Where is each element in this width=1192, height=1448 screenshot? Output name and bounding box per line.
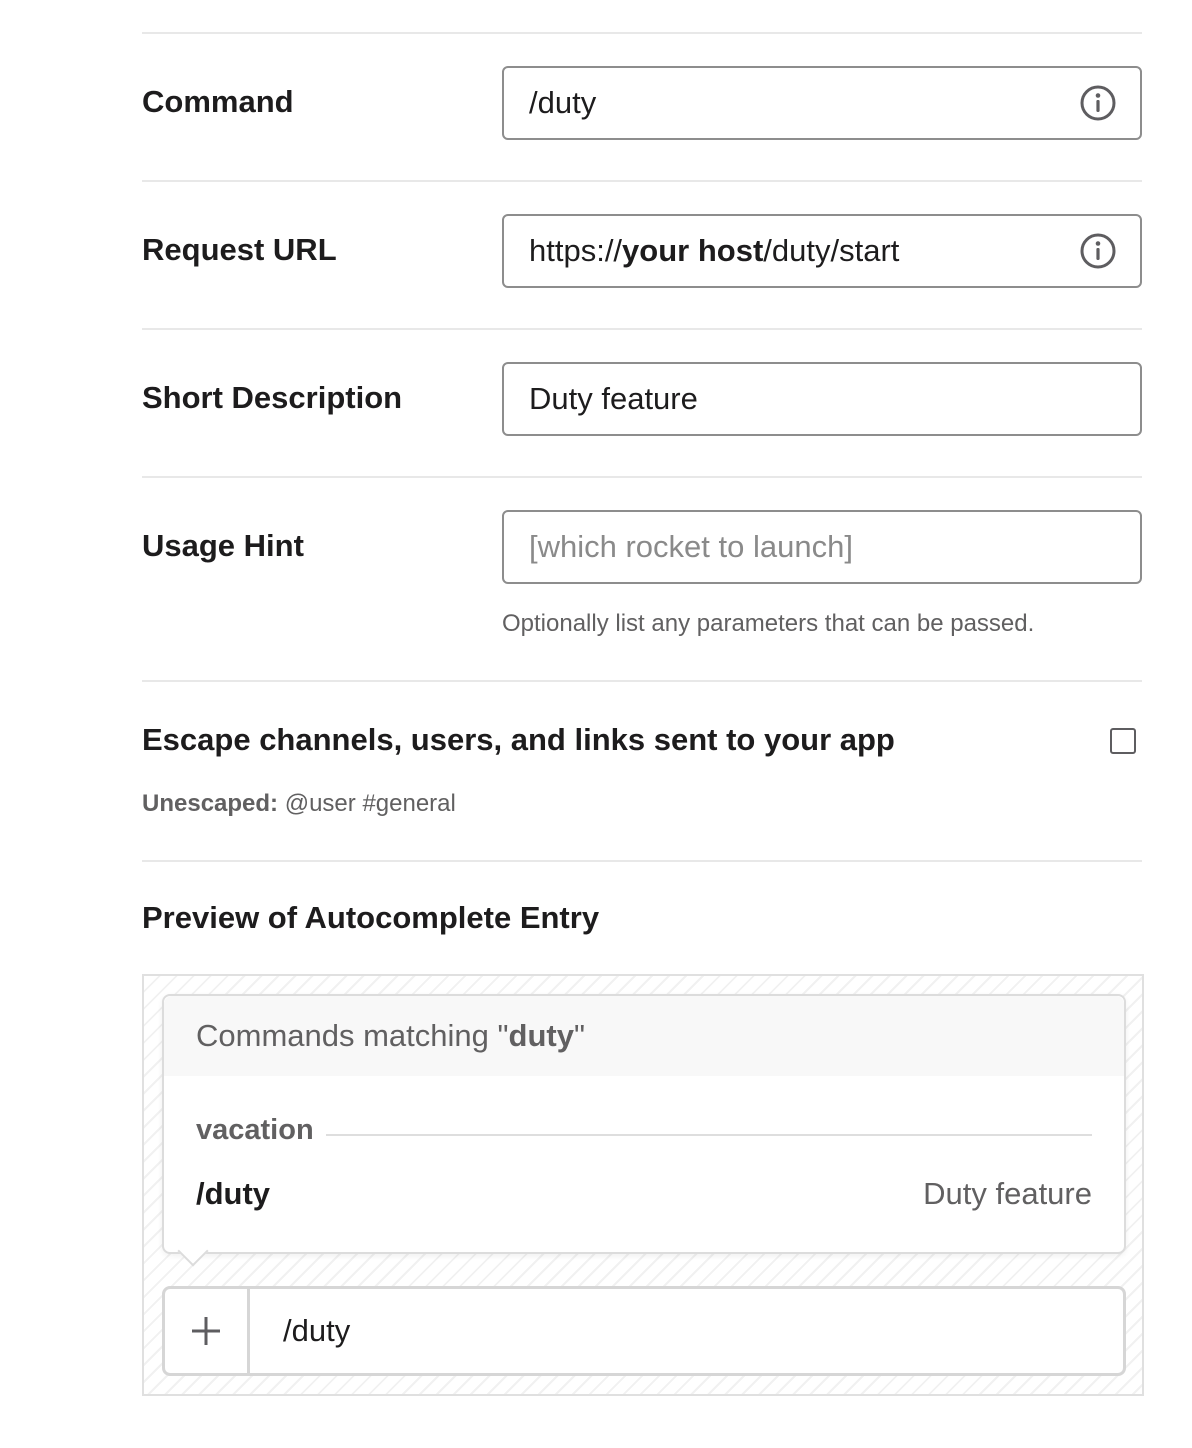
header-prefix: Commands matching " (196, 1018, 509, 1053)
request-url-value: https://your host/duty/start (529, 216, 899, 286)
divider (142, 476, 1142, 478)
autocomplete-popup: Commands matching "duty" vacation /duty … (162, 994, 1126, 1254)
attach-button[interactable] (165, 1289, 250, 1373)
plus-icon (192, 1317, 220, 1345)
divider (142, 680, 1142, 682)
unescaped-value: @user #general (284, 790, 456, 817)
composer-input[interactable]: /duty (283, 1289, 350, 1373)
popup-header: Commands matching "duty" (164, 996, 1124, 1076)
usage-hint-label: Usage Hint (142, 528, 304, 563)
autocomplete-preview: Commands matching "duty" vacation /duty … (142, 974, 1144, 1396)
short-description-label: Short Description (142, 380, 403, 415)
short-description-value: Duty feature (529, 381, 698, 416)
header-query: duty (508, 1018, 574, 1053)
usage-hint-placeholder: [which rocket to launch] (529, 529, 853, 564)
short-description-input[interactable]: Duty feature (502, 362, 1142, 436)
command-label: Command (142, 84, 294, 119)
command-value: /duty (529, 85, 597, 120)
autocomplete-command[interactable]: /duty (196, 1176, 270, 1212)
group-divider (326, 1134, 1092, 1136)
usage-hint-input[interactable]: [which rocket to launch] (502, 510, 1142, 584)
url-suffix: /duty/start (763, 233, 900, 268)
url-prefix: https:// (529, 233, 623, 268)
unescaped-label: Unescaped: (142, 790, 279, 817)
info-icon[interactable] (1080, 233, 1116, 269)
autocomplete-description: Duty feature (923, 1176, 1092, 1211)
message-composer[interactable]: /duty (162, 1286, 1126, 1376)
popup-header-text: Commands matching "duty" (196, 996, 585, 1076)
escape-label: Escape channels, users, and links sent t… (142, 722, 895, 757)
header-suffix: " (573, 1018, 585, 1053)
app-group-label: vacation (196, 1114, 314, 1146)
divider (142, 32, 1142, 34)
divider (142, 180, 1142, 182)
divider (142, 328, 1142, 330)
unescaped-example: Unescaped: @user #general (142, 790, 456, 818)
info-icon[interactable] (1080, 85, 1116, 121)
request-url-label: Request URL (142, 232, 337, 267)
request-url-input[interactable]: https://your host/duty/start (502, 214, 1142, 288)
preview-title: Preview of Autocomplete Entry (142, 900, 600, 935)
divider (142, 860, 1142, 862)
usage-hint-help: Optionally list any parameters that can … (502, 610, 1035, 637)
url-host: your host (622, 233, 764, 268)
escape-checkbox[interactable] (1110, 728, 1136, 754)
command-input[interactable]: /duty (502, 66, 1142, 140)
